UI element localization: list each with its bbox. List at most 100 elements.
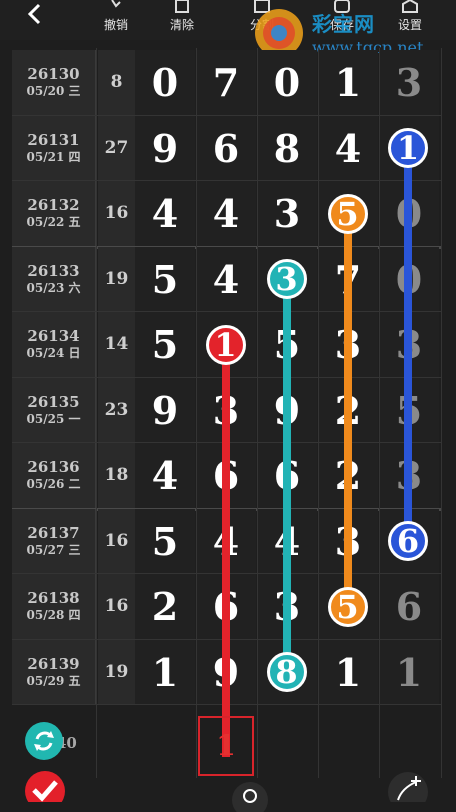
period-cell: 26138 05/28 四 [12, 574, 96, 639]
highlight-circle[interactable]: 3 [266, 259, 307, 300]
period-number: 26137 [27, 523, 80, 542]
app-logo-icon[interactable] [24, 770, 66, 802]
column-divider [441, 48, 442, 778]
digit-cell[interactable]: 6 [379, 574, 439, 639]
column-divider [96, 48, 97, 778]
column-divider [196, 48, 197, 778]
refresh-icon [34, 731, 54, 751]
digit-cell[interactable]: 9 [135, 377, 195, 443]
back-arrow-icon[interactable] [22, 2, 48, 28]
digit-cell[interactable]: 1 [318, 639, 378, 705]
sum-cell: 14 [98, 312, 135, 377]
period-date: 05/24 日 [26, 346, 81, 360]
save-label: 保存 [329, 18, 354, 32]
toolbar: 撤销 清除 分割 保存 设置 [0, 0, 456, 40]
period-number: 26134 [27, 327, 80, 345]
digit-cell[interactable]: 5 [135, 246, 195, 312]
digit-cell[interactable]: 5 [135, 312, 195, 377]
period-cell: 26131 05/21 四 [12, 115, 96, 181]
period-number: 26139 [27, 654, 80, 673]
period-cell: 26136 05/26 二 [12, 443, 96, 508]
period-cell: 26134 05/24 日 [12, 312, 96, 377]
digit-cell[interactable]: 3 [379, 50, 439, 115]
settings-icon [402, 0, 418, 13]
digit-cell[interactable]: 4 [196, 246, 256, 312]
period-date: 05/25 一 [26, 411, 81, 426]
clear-button[interactable]: 清除 [152, 0, 212, 40]
prediction-cell[interactable]: 1 [198, 716, 254, 776]
draw-line-icon[interactable] [386, 770, 430, 802]
clear-label: 清除 [169, 18, 194, 32]
digit-cell[interactable]: 1 [135, 639, 195, 705]
highlight-circle[interactable]: 6 [388, 521, 428, 562]
trend-line [282, 279, 291, 673]
period-date: 05/20 三 [26, 84, 81, 98]
digit-cell[interactable]: 2 [135, 574, 195, 639]
refresh-button[interactable] [25, 722, 63, 760]
sum-cell: 27 [98, 115, 135, 181]
settings-button[interactable]: 设置 [380, 0, 440, 40]
sum-cell: 18 [98, 443, 135, 508]
highlight-circle[interactable]: 1 [388, 128, 428, 169]
highlight-circle[interactable]: 8 [266, 652, 307, 693]
highlight-circle[interactable]: 1 [205, 324, 246, 365]
digit-cell[interactable]: 6 [196, 115, 256, 181]
undo-button[interactable]: 撤销 [86, 0, 146, 40]
digit-cell[interactable]: 3 [257, 181, 317, 246]
undo-icon [111, 0, 121, 8]
trend-line [404, 148, 412, 542]
sum-cell: 16 [98, 181, 135, 246]
trend-line [343, 213, 352, 607]
sum-cell: 19 [98, 246, 135, 312]
settings-label: 设置 [397, 18, 422, 32]
digit-cell[interactable]: 4 [196, 181, 256, 246]
digit-cell[interactable]: 5 [135, 508, 195, 574]
digit-cell[interactable]: 0 [257, 50, 317, 115]
digit-cell[interactable]: 4 [318, 115, 378, 181]
period-cell: 26133 05/23 六 [12, 246, 96, 312]
highlight-circle[interactable]: 5 [327, 586, 368, 627]
digit-cell[interactable]: 1 [379, 639, 439, 705]
column-divider [318, 48, 319, 778]
digit-cell[interactable]: 4 [135, 181, 195, 246]
table-row: 26130 05/20 三807013 [0, 50, 456, 115]
trend-line [221, 344, 230, 758]
clear-icon [175, 0, 189, 13]
sum-cell: 16 [98, 574, 135, 639]
highlight-circle[interactable]: 5 [327, 193, 368, 234]
period-number: 26132 [27, 196, 80, 214]
period-number: 26131 [27, 130, 80, 149]
period-date: 05/28 四 [26, 608, 81, 622]
table-row: 2613205/22 五1644350 [0, 181, 456, 246]
save-icon [334, 0, 350, 13]
digit-cell[interactable]: 0 [135, 50, 195, 115]
period-number: 26135 [27, 392, 80, 411]
digit-cell[interactable]: 4 [135, 443, 195, 508]
column-divider [257, 48, 258, 778]
column-divider [379, 48, 380, 778]
split-button[interactable]: 分割 [232, 0, 292, 40]
period-cell: 26135 05/25 一 [12, 377, 96, 443]
digit-cell[interactable]: 1 [318, 50, 378, 115]
period-cell: 26132 05/22 五 [12, 181, 96, 246]
period-number: 26133 [27, 261, 80, 280]
digit-cell[interactable]: 7 [196, 50, 256, 115]
period-date: 05/22 五 [26, 215, 81, 229]
digit-cell[interactable]: 8 [257, 115, 317, 181]
period-number: 26138 [27, 589, 80, 607]
table-row: 2613305/23 六1954370 [0, 246, 456, 312]
period-date: 05/21 四 [26, 149, 81, 164]
sum-cell: 23 [98, 377, 135, 443]
period-cell: 26130 05/20 三 [12, 50, 96, 115]
period-date: 05/23 六 [26, 280, 81, 295]
digit-cell[interactable]: 9 [135, 115, 195, 181]
period-number: 26136 [27, 458, 80, 476]
period-date: 05/27 三 [26, 542, 81, 557]
save-button[interactable]: 保存 [312, 0, 372, 40]
sum-cell: 19 [98, 639, 135, 705]
period-date: 05/26 二 [26, 477, 81, 491]
search-icon[interactable] [230, 780, 270, 812]
split-label: 分割 [249, 18, 274, 32]
period-cell: 26139 05/29 五 [12, 639, 96, 705]
undo-label: 撤销 [103, 18, 128, 32]
